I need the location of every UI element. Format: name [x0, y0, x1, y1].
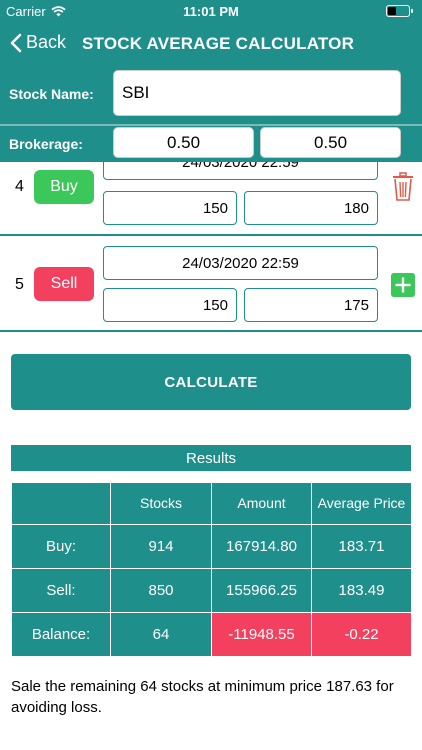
- results-header-row: Stocks Amount Average Price: [11, 482, 412, 525]
- status-bar: Carrier 11:01 PM: [0, 0, 422, 22]
- trash-icon[interactable]: [392, 172, 414, 202]
- chevron-left-icon: [10, 33, 22, 52]
- row-label: Buy:: [11, 523, 111, 569]
- row-label: Sell:: [11, 567, 111, 613]
- avg-price-cell: -0.22: [311, 611, 412, 658]
- stock-form: Stock Name: Brokerage:: [0, 66, 422, 162]
- sell-button[interactable]: Sell: [34, 267, 94, 301]
- form-divider: [0, 124, 422, 126]
- price-field[interactable]: 175: [244, 288, 378, 322]
- page-title: STOCK AVERAGE CALCULATOR: [82, 34, 355, 53]
- stocks-cell: 850: [110, 567, 212, 613]
- brokerage-sell-field[interactable]: [260, 127, 401, 158]
- row-label: Balance:: [11, 611, 111, 658]
- stock-name-input[interactable]: [122, 71, 400, 115]
- stocks-cell: 914: [110, 523, 212, 569]
- results-title: Results: [11, 445, 411, 471]
- header-cell: Average Price: [311, 482, 412, 525]
- price-field[interactable]: 180: [244, 191, 378, 225]
- quantity-field[interactable]: 150: [103, 191, 237, 225]
- amount-cell: -11948.55: [211, 611, 312, 658]
- brokerage-sell-input[interactable]: [261, 128, 400, 157]
- status-time: 11:01 PM: [183, 4, 239, 19]
- buy-button[interactable]: Buy: [34, 170, 94, 204]
- avg-price-cell: 183.49: [311, 567, 412, 613]
- brokerage-buy-field[interactable]: [113, 127, 254, 158]
- stock-name-label: Stock Name:: [9, 86, 94, 102]
- stocks-cell: 64: [110, 611, 212, 658]
- header-cell: Stocks: [110, 482, 212, 525]
- row-index: 5: [15, 276, 24, 293]
- back-label: Back: [26, 32, 67, 52]
- results-row-sell: Sell: 850 155966.25 183.49: [11, 567, 412, 613]
- plus-icon[interactable]: [391, 273, 415, 297]
- brokerage-label: Brokerage:: [9, 136, 83, 152]
- transaction-row: 24/03/2020 22:59 4 Buy 150 180: [0, 162, 422, 234]
- results-row-balance: Balance: 64 -11948.55 -0.22: [11, 611, 412, 658]
- battery-icon: [386, 5, 413, 17]
- datetime-field[interactable]: 24/03/2020 22:59: [103, 162, 378, 180]
- amount-cell: 167914.80: [211, 523, 312, 569]
- datetime-field[interactable]: 24/03/2020 22:59: [103, 246, 378, 280]
- amount-cell: 155966.25: [211, 567, 312, 613]
- brokerage-buy-input[interactable]: [114, 128, 253, 157]
- header-cell: [11, 482, 111, 525]
- results-row-buy: Buy: 914 167914.80 183.71: [11, 523, 412, 569]
- stock-name-field[interactable]: [113, 70, 401, 116]
- row-separator: [0, 330, 422, 332]
- quantity-field[interactable]: 150: [103, 288, 237, 322]
- header-cell: Amount: [211, 482, 312, 525]
- transaction-row: 24/03/2020 22:59 5 Sell 150 175: [0, 236, 422, 330]
- calculate-button[interactable]: CALCULATE: [11, 354, 411, 410]
- back-button[interactable]: Back: [10, 32, 66, 53]
- result-note: Sale the remaining 64 stocks at minimum …: [11, 678, 394, 716]
- avg-price-cell: 183.71: [311, 523, 412, 569]
- nav-bar: Back STOCK AVERAGE CALCULATOR: [0, 22, 422, 66]
- row-index: 4: [15, 178, 24, 195]
- results-table: Stocks Amount Average Price Buy: 914 167…: [11, 482, 412, 658]
